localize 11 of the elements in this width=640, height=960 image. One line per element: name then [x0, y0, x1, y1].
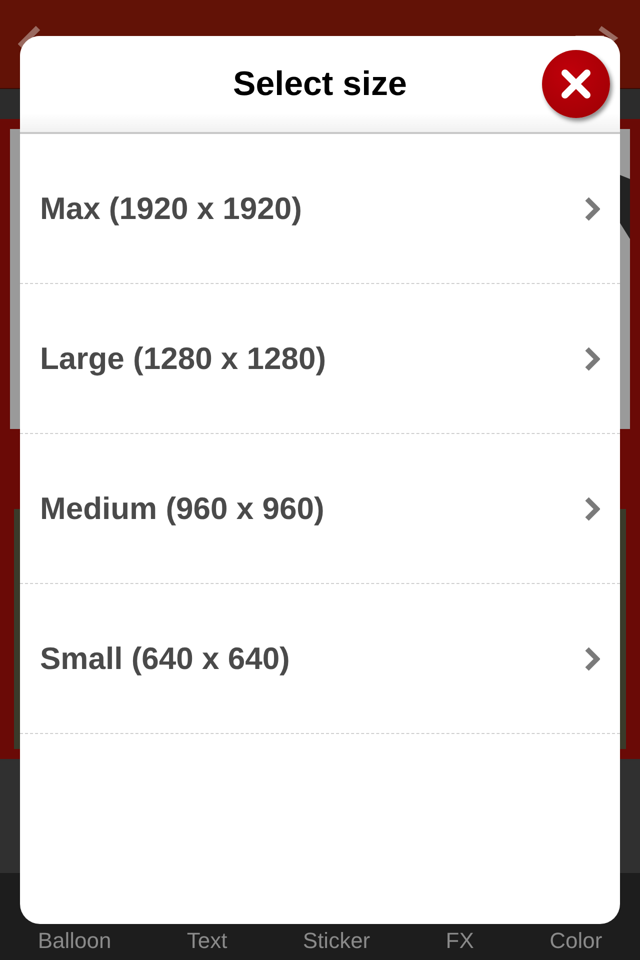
chevron-icon [584, 646, 600, 672]
chevron-icon [584, 196, 600, 222]
toolbar-tab[interactable]: Sticker [294, 928, 378, 954]
chevron-icon [584, 496, 600, 522]
chevron-icon [584, 346, 600, 372]
toolbar-tab[interactable]: Balloon [30, 928, 120, 954]
close-icon [559, 67, 593, 101]
toolbar-tab[interactable]: Color [542, 928, 610, 954]
dialog-title: Select size [233, 64, 407, 104]
toolbar-tab[interactable]: Text [178, 928, 236, 954]
toolbar-tab[interactable]: FX [438, 928, 482, 954]
